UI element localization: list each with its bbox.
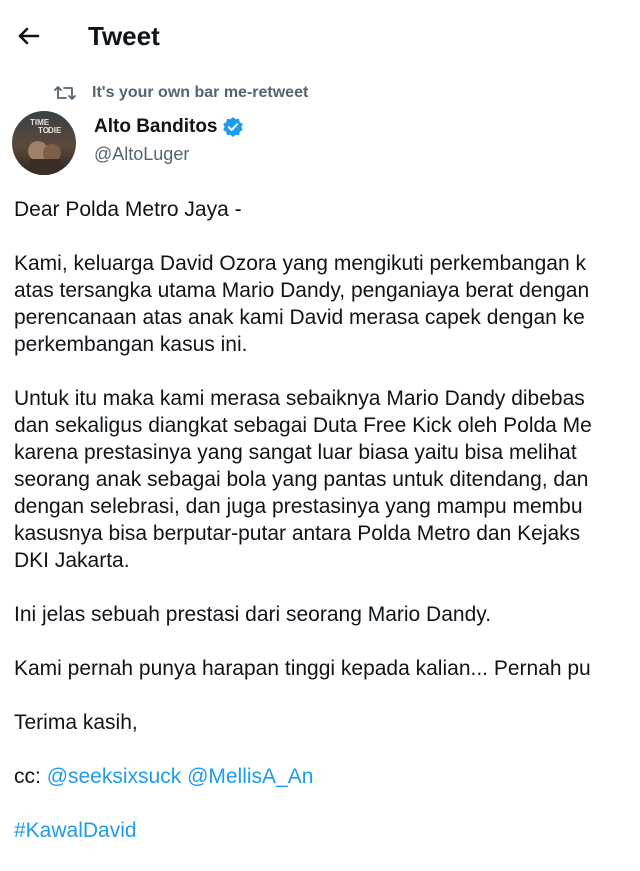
tweet-line: Kami, keluarga David Ozora yang mengikut…	[14, 252, 586, 275]
cc-label: cc:	[14, 765, 41, 788]
tweet-line: perencanaan atas anak kami David merasa …	[14, 306, 585, 329]
hashtag-link[interactable]: #KawalDavid	[14, 819, 137, 842]
page-title: Tweet	[88, 21, 160, 51]
tweet-line: kasusnya bisa berputar-putar antara Pold…	[14, 522, 581, 545]
svg-text:DIE: DIE	[48, 126, 62, 135]
tweet-line: perkembangan kasus ini.	[14, 333, 248, 356]
retweet-icon	[54, 83, 76, 103]
tweet-line: DKI Jakarta.	[14, 549, 130, 572]
tweet-line: dan sekaligus diangkat sebagai Duta Free…	[14, 414, 592, 437]
tweet-line: atas tersangka utama Mario Dandy, pengan…	[14, 279, 590, 302]
avatar[interactable]: TIME TO DIE	[12, 111, 76, 175]
mention-link[interactable]: @seeksixsuck	[47, 765, 182, 788]
tweet-cc-line: cc: @seeksixsuck @MellisA_An	[14, 763, 640, 790]
tweet-closing: Terima kasih,	[14, 711, 138, 734]
arrow-left-icon[interactable]	[12, 20, 44, 52]
author-handle[interactable]: @AltoLuger	[94, 143, 189, 165]
tweet-line: Untuk itu maka kami merasa sebaiknya Mar…	[14, 387, 585, 410]
tweet-paragraph-2: Untuk itu maka kami merasa sebaiknya Mar…	[14, 385, 640, 574]
author-name[interactable]: Alto Banditos	[94, 116, 218, 137]
mention-link[interactable]: @MellisA_An	[187, 765, 313, 788]
top-bar: Tweet	[0, 0, 640, 72]
tweet-paragraph-3: Ini jelas sebuah prestasi dari seorang M…	[14, 603, 492, 626]
tweet-paragraph-4: Kami pernah punya harapan tinggi kepada …	[14, 657, 591, 680]
tweet-greeting: Dear Polda Metro Jaya -	[14, 198, 242, 221]
tweet-hashtag-line: #KawalDavid	[14, 817, 640, 844]
tweet-line: seorang anak sebagai bola yang pantas un…	[14, 468, 589, 491]
tweet-line: karena prestasinya yang sangat luar bias…	[14, 441, 577, 464]
verified-badge-icon	[222, 116, 244, 138]
author-name-row: Alto Banditos	[94, 114, 244, 140]
retweet-label[interactable]: It's your own bar me-retweet	[92, 83, 308, 103]
tweet-body: Dear Polda Metro Jaya - Kami, keluarga D…	[14, 196, 640, 871]
tweet-line: dengan selebrasi, dan juga prestasinya y…	[14, 495, 583, 518]
tweet-paragraph-1: Kami, keluarga David Ozora yang mengikut…	[14, 250, 640, 358]
